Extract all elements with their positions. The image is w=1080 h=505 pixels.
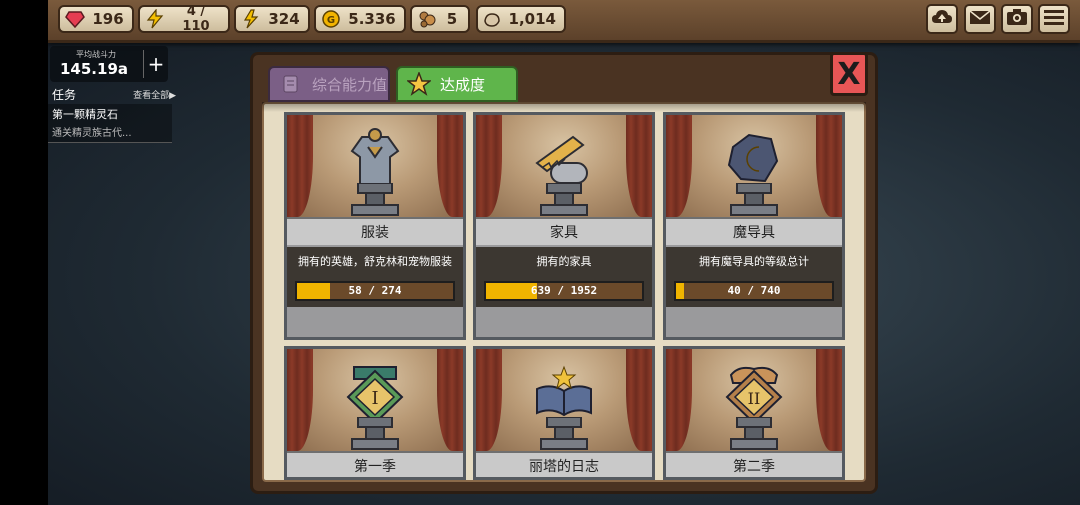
card-title: 第二季 (666, 451, 842, 477)
close-button[interactable]: X (830, 52, 868, 96)
left-black-bar (0, 0, 48, 505)
progress-text: 58 / 274 (348, 284, 402, 297)
svg-text:I: I (371, 388, 378, 409)
gold-value: 5.336 (348, 10, 396, 28)
stage-background (666, 115, 842, 217)
progress-text: 40 / 740 (727, 284, 781, 297)
content-shadow (262, 102, 866, 112)
svg-text:II: II (748, 389, 761, 408)
card-description: 拥有魔导具的等级总计 (666, 247, 842, 277)
combat-power-label: 平均战斗力 (76, 50, 116, 59)
tab-stats[interactable]: 综合能力值 (268, 66, 390, 102)
gold-coin-icon: G (320, 8, 342, 30)
card-title: 魔导具 (666, 217, 842, 245)
card-title: 服装 (287, 217, 463, 245)
camera-button[interactable] (1001, 4, 1033, 34)
card-title: 丽塔的日志 (476, 451, 652, 477)
view-all-tasks-link[interactable]: 查看全部▶ (133, 88, 176, 101)
stage-background: II (666, 349, 842, 451)
card-description: 拥有的英雄，舒克林和宠物服装 (287, 247, 463, 277)
tab-achievement[interactable]: 达成度 (396, 66, 518, 102)
pedestal (719, 416, 789, 455)
progress-text: 639 / 1952 (530, 284, 598, 297)
task-header-title: 任务 (52, 88, 77, 102)
svg-text:G: G (327, 15, 335, 26)
gold-counter[interactable]: G 5.336 (314, 5, 406, 33)
pedestal (340, 182, 410, 221)
stamina-counter[interactable]: 324 (234, 5, 310, 33)
card-season-1[interactable]: I 第一季 (284, 346, 466, 480)
stage-background (476, 115, 652, 217)
tab-stats-label: 综合能力值 (312, 75, 388, 94)
add-power-button[interactable]: + (143, 50, 168, 78)
energy-counter[interactable]: 4 / 110 (138, 4, 230, 34)
task-description: 通关精灵族古代... (52, 128, 132, 139)
pedestal (529, 182, 599, 221)
camera-icon (1006, 8, 1028, 30)
card-furniture[interactable]: 家具 拥有的家具 639 / 1952 (473, 112, 655, 340)
pedestal (719, 182, 789, 221)
menu-icon (1043, 8, 1065, 30)
stage-background: I (287, 349, 463, 451)
progress-bar: 639 / 1952 (484, 281, 644, 301)
stone-value: 1,014 (508, 10, 556, 28)
tab-achievement-label: 达成度 (440, 75, 486, 94)
stage-background (287, 115, 463, 217)
energy-value: 4 / 110 (182, 4, 210, 34)
progress-bar: 58 / 274 (295, 281, 455, 301)
task-item[interactable]: 第一颗精灵石 通关精灵族古代... (48, 104, 172, 143)
mail-icon (969, 8, 991, 30)
cloud-upload-icon (931, 8, 953, 30)
stone-counter[interactable]: 1,014 (476, 5, 566, 33)
progress-bar: 40 / 740 (674, 281, 834, 301)
stone-icon (482, 8, 503, 30)
card-rita-diary[interactable]: 丽塔的日志 (473, 346, 655, 480)
card-costume[interactable]: 服装 拥有的英雄，舒克林和宠物服装 58 / 274 (284, 112, 466, 340)
scroll-icon (278, 71, 304, 97)
card-magic-tool[interactable]: 魔导具 拥有魔导具的等级总计 40 / 740 (663, 112, 845, 340)
task-title: 第一颗精灵石 (52, 108, 118, 121)
star-icon (406, 71, 432, 97)
combat-power-value: 145.19a (60, 60, 129, 78)
food-value: 5 (446, 10, 458, 28)
menu-button[interactable] (1038, 4, 1070, 34)
gem-icon (64, 8, 86, 30)
close-icon: X (837, 56, 861, 92)
stage-background (476, 349, 652, 451)
task-header: 任务 查看全部▶ (50, 86, 178, 102)
gem-counter[interactable]: 196 (58, 5, 134, 33)
pedestal (340, 416, 410, 455)
mail-button[interactable] (964, 4, 996, 34)
gem-value: 196 (92, 10, 124, 28)
food-counter[interactable]: 5 (410, 5, 470, 33)
lightning-icon (144, 8, 166, 30)
stamina-value: 324 (268, 10, 300, 28)
card-title: 家具 (476, 217, 652, 245)
card-title: 第一季 (287, 451, 463, 477)
cloud-button[interactable] (926, 4, 958, 34)
card-season-2[interactable]: II 第二季 (663, 346, 845, 480)
food-icon (416, 8, 438, 30)
combat-power-panel[interactable]: 平均战斗力 145.19a + (50, 46, 168, 82)
stamina-icon (240, 8, 262, 30)
pedestal (529, 416, 599, 455)
card-description: 拥有的家具 (476, 247, 652, 277)
